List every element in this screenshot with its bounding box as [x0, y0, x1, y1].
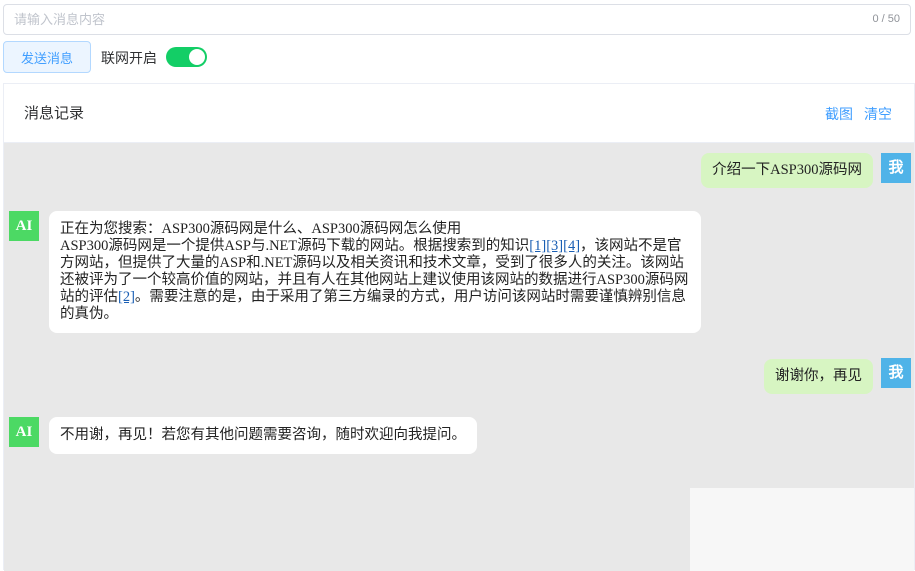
- citation-link[interactable]: [3]: [546, 238, 563, 254]
- citation-link[interactable]: [4]: [563, 238, 580, 254]
- chat-area[interactable]: 我 介绍一下ASP300源码网 AI 正在为您搜索：ASP300源码网是什么、A…: [4, 143, 914, 571]
- user-message: 介绍一下ASP300源码网: [701, 153, 873, 188]
- ai-avatar: AI: [9, 211, 39, 241]
- ai-avatar: AI: [9, 417, 39, 447]
- message-input-box[interactable]: 0 / 50: [3, 4, 911, 35]
- screenshot-button[interactable]: 截图: [825, 104, 853, 124]
- user-message: 谢谢你，再见: [764, 359, 873, 394]
- network-toggle-label: 联网开启: [101, 50, 157, 66]
- search-status-line: 正在为您搜索：ASP300源码网是什么、ASP300源码网怎么使用: [60, 221, 462, 237]
- message-input[interactable]: [4, 5, 844, 34]
- panel-header: 消息记录 截图 清空: [4, 84, 914, 143]
- answer-text: ASP300源码网是一个提供ASP与.NET源码下载的网站。根据搜索到的知识: [60, 238, 530, 254]
- switch-knob: [189, 49, 205, 65]
- ai-message: 正在为您搜索：ASP300源码网是什么、ASP300源码网怎么使用 ASP300…: [49, 211, 701, 333]
- char-counter: 0 / 50: [872, 13, 900, 25]
- citation-link[interactable]: [2]: [118, 289, 135, 305]
- answer-text: 。需要注意的是，由于采用了第三方编录的方式，用户访问该网站时需要谨慎辨别信息的真…: [60, 289, 686, 322]
- ai-answer-paragraph: ASP300源码网是一个提供ASP与.NET源码下载的网站。根据搜索到的知识[1…: [60, 238, 690, 323]
- clear-button[interactable]: 清空: [864, 104, 892, 124]
- citation-link[interactable]: [1]: [529, 238, 546, 254]
- ai-message: 不用谢，再见！若您有其他问题需要咨询，随时欢迎向我提问。: [49, 417, 477, 454]
- user-avatar: 我: [881, 153, 911, 183]
- user-avatar: 我: [881, 358, 911, 388]
- network-toggle-switch[interactable]: [166, 47, 207, 67]
- panel-title: 消息记录: [24, 105, 85, 122]
- blank-overlay-card: [690, 488, 914, 571]
- send-message-button[interactable]: 发送消息: [3, 41, 91, 73]
- message-history-panel: 消息记录 截图 清空 我 介绍一下ASP300源码网 AI 正在为您搜索：ASP…: [3, 83, 915, 571]
